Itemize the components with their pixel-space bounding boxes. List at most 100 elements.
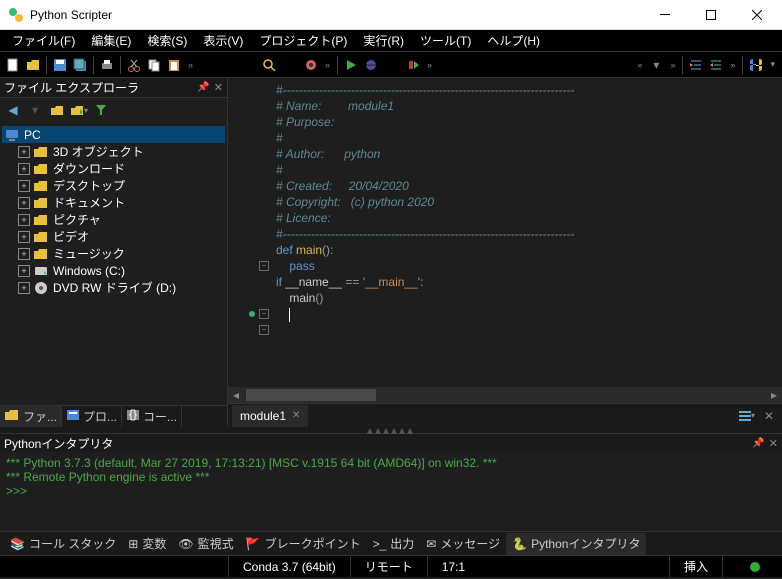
back-button[interactable]: ◀: [4, 102, 22, 118]
toolbar-overflow[interactable]: »: [424, 60, 435, 70]
toolbar-overflow[interactable]: »: [185, 60, 196, 70]
expand-icon[interactable]: +: [18, 265, 30, 277]
tree-item[interactable]: +ビデオ: [2, 228, 225, 245]
cut-button[interactable]: [125, 56, 143, 74]
close-button[interactable]: [734, 0, 780, 29]
horizontal-scrollbar[interactable]: ◂ ▸: [228, 387, 782, 403]
bottom-tab[interactable]: >_出力: [367, 533, 421, 555]
tab-label: ファ...: [23, 408, 57, 425]
copy-button[interactable]: [145, 56, 163, 74]
tree-item[interactable]: +ミュージック: [2, 245, 225, 262]
toolbar-overflow[interactable]: »: [727, 60, 738, 70]
tree-item[interactable]: +DVD RW ドライブ (D:): [2, 279, 225, 296]
expand-icon[interactable]: +: [18, 180, 30, 192]
tab-list-button[interactable]: ▾: [738, 407, 756, 425]
open-file-button[interactable]: [24, 56, 42, 74]
outdent-button[interactable]: [707, 56, 725, 74]
forward-button[interactable]: ▾: [26, 102, 44, 118]
pin-icon[interactable]: 📌: [197, 82, 209, 93]
tree-item[interactable]: +ダウンロード: [2, 160, 225, 177]
new-file-button[interactable]: [4, 56, 22, 74]
search-button[interactable]: [260, 56, 278, 74]
expand-icon[interactable]: +: [18, 282, 30, 294]
expand-icon[interactable]: +: [18, 231, 30, 243]
editor-tab-module1[interactable]: module1 ✕: [232, 405, 308, 427]
fold-icon[interactable]: −: [259, 309, 269, 319]
maximize-button[interactable]: [688, 0, 734, 29]
menu-help[interactable]: ヘルプ(H): [479, 30, 548, 51]
debug-button[interactable]: [362, 56, 380, 74]
tree-item[interactable]: +ピクチャ: [2, 211, 225, 228]
print-button[interactable]: [98, 56, 116, 74]
code-content[interactable]: #---------------------------------------…: [272, 82, 782, 383]
close-panel-button[interactable]: ✕: [769, 437, 778, 450]
menu-tool[interactable]: ツール(T): [412, 30, 479, 51]
status-engine[interactable]: Conda 3.7 (64bit): [228, 556, 350, 577]
browse-button[interactable]: ▾: [70, 102, 88, 118]
save-all-button[interactable]: [71, 56, 89, 74]
tab-close-all-button[interactable]: ✕: [760, 407, 778, 425]
folder-icon: [33, 213, 49, 227]
sidebar-tab[interactable]: ファ...: [0, 406, 62, 427]
bottom-tab[interactable]: ✉メッセージ: [420, 533, 506, 555]
bottom-tab[interactable]: ⊞変数: [122, 533, 172, 555]
code-editor[interactable]: − − − #-----------------------------------…: [228, 78, 782, 387]
fold-icon[interactable]: −: [259, 325, 269, 335]
run-button[interactable]: [342, 56, 360, 74]
menu-view[interactable]: 表示(V): [195, 30, 251, 51]
tab-icon: 🚩: [246, 537, 261, 551]
expand-icon[interactable]: +: [18, 163, 30, 175]
scroll-thumb[interactable]: [246, 389, 376, 401]
pin-icon[interactable]: 📌: [752, 438, 764, 449]
menu-edit[interactable]: 編集(E): [83, 30, 139, 51]
settings-button[interactable]: [302, 56, 320, 74]
app-icon: [8, 7, 24, 23]
expand-icon[interactable]: +: [18, 146, 30, 158]
filter-button[interactable]: [92, 102, 110, 118]
sidebar-tabs: ファ... プロ...{}コー...: [0, 405, 227, 427]
folder-icon: [33, 247, 49, 261]
tree-item[interactable]: + デスクトップ: [2, 177, 225, 194]
tab-close-button[interactable]: ✕: [292, 410, 300, 421]
menu-file[interactable]: ファイル(F): [4, 30, 83, 51]
save-button[interactable]: [51, 56, 69, 74]
tree-item[interactable]: PC: [2, 126, 225, 143]
bottom-tab[interactable]: 🚩ブレークポイント: [240, 533, 367, 555]
toolbar-dropdown[interactable]: ▾: [767, 59, 778, 70]
sidebar-tab[interactable]: {}コー...: [122, 406, 182, 427]
toolbar-overflow[interactable]: »: [667, 60, 678, 70]
python-icon[interactable]: [747, 56, 765, 74]
tree-item[interactable]: +3D オブジェクト: [2, 143, 225, 160]
tab-icon: 👁: [178, 537, 193, 551]
minimize-button[interactable]: [642, 0, 688, 29]
bottom-tab[interactable]: 📚コール スタック: [4, 533, 122, 555]
separator: [93, 56, 94, 74]
bottom-tab[interactable]: 🐍Pythonインタプリタ: [506, 533, 646, 555]
breakpoint-dot[interactable]: [249, 311, 255, 317]
nav-dropdown[interactable]: ▾: [647, 56, 665, 74]
toolbar-overflow[interactable]: »: [634, 60, 645, 70]
up-button[interactable]: [48, 102, 66, 118]
scroll-left[interactable]: ◂: [228, 387, 244, 403]
expand-icon[interactable]: +: [18, 214, 30, 226]
tree-label: デスクトップ: [53, 177, 125, 194]
tree-item[interactable]: +ドキュメント: [2, 194, 225, 211]
menu-search[interactable]: 検索(S): [139, 30, 195, 51]
stop-button[interactable]: [404, 56, 422, 74]
terminal[interactable]: *** Python 3.7.3 (default, Mar 27 2019, …: [0, 452, 782, 531]
expand-icon[interactable]: +: [18, 197, 30, 209]
toolbar-overflow[interactable]: »: [322, 60, 333, 70]
paste-button[interactable]: [165, 56, 183, 74]
tree-item[interactable]: +Windows (C:): [2, 262, 225, 279]
indent-button[interactable]: [687, 56, 705, 74]
sidebar-tab[interactable]: プロ...: [62, 406, 122, 427]
close-panel-button[interactable]: ✕: [214, 81, 223, 94]
expand-icon[interactable]: +: [18, 248, 30, 260]
scroll-right[interactable]: ▸: [766, 387, 782, 403]
file-tree[interactable]: PC+3D オブジェクト+ダウンロード+デスクトップ+ドキュメント+ピクチャ+ビ…: [0, 122, 227, 405]
fold-icon[interactable]: −: [259, 261, 269, 271]
bottom-tab[interactable]: 👁監視式: [172, 533, 239, 555]
menu-run[interactable]: 実行(R): [355, 30, 412, 51]
menu-project[interactable]: プロジェクト(P): [251, 30, 355, 51]
separator: [46, 56, 47, 74]
